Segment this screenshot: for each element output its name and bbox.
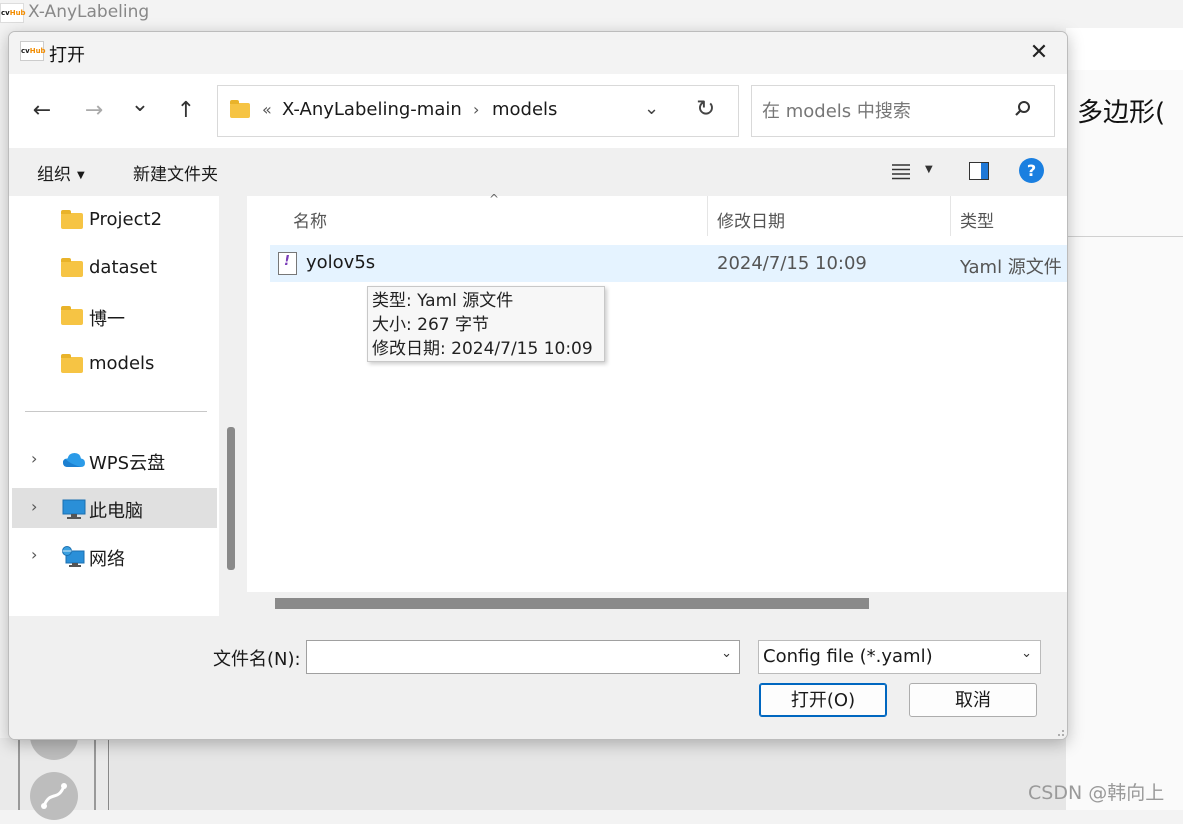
tree-item-label: 博一: [89, 309, 125, 330]
search-box[interactable]: [751, 85, 1055, 137]
cloud-icon: [63, 453, 85, 467]
forward-arrow-icon[interactable]: →: [77, 94, 111, 128]
close-icon[interactable]: ✕: [1019, 38, 1059, 68]
tree-item-label: dataset: [89, 257, 158, 278]
breadcrumb-separator: ›: [473, 100, 480, 119]
filename-combobox[interactable]: ⌄: [306, 640, 740, 674]
tree-item-this-pc[interactable]: › 此电脑: [12, 488, 217, 528]
filetype-select[interactable]: Config file (*.yaml) ⌄: [758, 640, 1041, 674]
preview-pane-icon[interactable]: [969, 162, 989, 180]
dialog-app-icon: cvHub: [20, 41, 46, 61]
hscrollbar-thumb[interactable]: [275, 598, 869, 609]
file-row-yolov5s[interactable]: ! yolov5s 2024/7/15 10:09 Yaml 源文件: [270, 245, 1067, 282]
tooltip-date: 修改日期: 2024/7/15 10:09: [372, 339, 593, 359]
tree-item-label: WPS云盘: [89, 453, 166, 474]
computer-icon: [62, 499, 86, 519]
command-bar: 组织 ▼ 新建文件夹 ▼ ?: [9, 148, 1067, 196]
tree-item-label: models: [89, 353, 155, 374]
file-tooltip: 类型: Yaml 源文件 大小: 267 字节 修改日期: 2024/7/15 …: [367, 286, 605, 362]
file-name: yolov5s: [306, 252, 376, 273]
app-divider: [1066, 236, 1183, 237]
tooltip-size: 大小: 267 字节: [372, 315, 489, 335]
navigation-bar: ← → ⌄ ↑ « X-AnyLabeling-main › models ⌄ …: [9, 74, 1067, 148]
recent-locations-icon[interactable]: ⌄: [123, 88, 157, 122]
cancel-button[interactable]: 取消: [909, 683, 1037, 717]
tool-curve-icon[interactable]: [30, 772, 78, 820]
app-canvas: [110, 738, 1066, 810]
dialog-titlebar: cvHub 打开 ✕: [9, 32, 1067, 74]
search-input[interactable]: [760, 98, 1014, 124]
expand-chevron-icon[interactable]: ›: [31, 449, 37, 468]
back-arrow-icon[interactable]: ←: [25, 94, 59, 128]
up-arrow-icon[interactable]: ↑: [169, 94, 203, 128]
app-logo-icon: cvHub: [0, 3, 26, 23]
tree-divider: [25, 411, 207, 412]
open-button[interactable]: 打开(O): [759, 683, 887, 717]
app-panel-border: [108, 738, 109, 810]
column-separator[interactable]: [950, 196, 951, 236]
yaml-file-icon: !: [278, 252, 297, 275]
sort-ascending-icon: ^: [489, 192, 500, 206]
tree-item-project2[interactable]: Project2: [12, 200, 217, 240]
tree-item-label: Project2: [89, 209, 163, 230]
file-list: ^ 名称 修改日期 类型 ! yolov5s 2024/7/15 10:09 Y…: [247, 192, 1067, 616]
tree-item-dataset[interactable]: dataset: [12, 248, 217, 288]
view-options-caret-icon[interactable]: ▼: [925, 164, 933, 175]
tree-scrollbar-thumb[interactable]: [227, 427, 235, 570]
resize-grip-icon[interactable]: [1055, 727, 1065, 737]
column-header-name[interactable]: 名称: [293, 207, 327, 232]
app-panel-border: [18, 738, 20, 810]
navigation-tree: Project2 dataset 博一 models › WPS云盘 › 此电脑…: [9, 196, 219, 616]
app-title: X-AnyLabeling: [28, 2, 150, 22]
new-folder-button[interactable]: 新建文件夹: [133, 160, 218, 185]
folder-icon: [61, 210, 83, 229]
filetype-value: Config file (*.yaml): [763, 646, 933, 667]
breadcrumb-models[interactable]: models: [492, 99, 557, 120]
dialog-footer: 文件名(N): ⌄ Config file (*.yaml) ⌄ 打开(O) 取…: [9, 616, 1067, 739]
app-panel-border: [94, 738, 96, 810]
caret-down-icon: ▼: [77, 169, 85, 181]
tree-item-models[interactable]: models: [12, 344, 217, 384]
file-modified: 2024/7/15 10:09: [717, 253, 867, 274]
watermark: CSDN @韩向上: [1028, 782, 1165, 804]
chevron-down-icon[interactable]: ⌄: [644, 98, 659, 119]
view-list-icon[interactable]: [891, 162, 911, 180]
column-header-type[interactable]: 类型: [960, 207, 994, 232]
search-icon[interactable]: [1014, 100, 1032, 118]
help-icon[interactable]: ?: [1019, 158, 1044, 183]
folder-icon: [230, 100, 250, 118]
app-right-panel: [1066, 28, 1183, 810]
folder-icon: [61, 306, 83, 325]
polygon-label: 多边形(: [1077, 98, 1166, 128]
expand-chevron-icon[interactable]: ›: [31, 545, 37, 564]
tree-item-label: 网络: [89, 549, 125, 570]
chevron-down-icon: ⌄: [1021, 646, 1032, 661]
tree-item-boyi[interactable]: 博一: [12, 296, 217, 336]
folder-icon: [61, 258, 83, 277]
file-list-hscrollbar[interactable]: [247, 592, 1067, 616]
expand-chevron-icon[interactable]: ›: [31, 497, 37, 516]
column-separator[interactable]: [707, 196, 708, 236]
filename-input[interactable]: [311, 645, 705, 669]
breadcrumb-x-anylabeling-main[interactable]: X-AnyLabeling-main: [282, 99, 462, 120]
folder-icon: [61, 354, 83, 373]
refresh-icon[interactable]: ↻: [696, 96, 715, 122]
network-icon: [62, 546, 85, 567]
organize-menu[interactable]: 组织 ▼: [37, 160, 85, 185]
app-titlebar: cvHub X-AnyLabeling: [0, 0, 1183, 28]
open-file-dialog: cvHub 打开 ✕ ← → ⌄ ↑ « X-AnyLabeling-main …: [8, 31, 1068, 740]
chevron-down-icon[interactable]: ⌄: [721, 646, 732, 661]
tree-item-network[interactable]: › 网络: [12, 536, 217, 576]
tree-item-label: 此电脑: [89, 501, 143, 522]
app-right-header: [1066, 28, 1183, 70]
tree-item-wps-cloud[interactable]: › WPS云盘: [12, 440, 217, 480]
filename-label: 文件名(N):: [213, 649, 301, 670]
address-bar[interactable]: « X-AnyLabeling-main › models ⌄ ↻: [217, 85, 739, 137]
tooltip-type: 类型: Yaml 源文件: [372, 291, 514, 311]
column-header-modified[interactable]: 修改日期: [717, 207, 785, 232]
dialog-title: 打开: [49, 45, 85, 66]
file-type: Yaml 源文件: [960, 257, 1062, 278]
address-overflow[interactable]: «: [262, 100, 272, 119]
